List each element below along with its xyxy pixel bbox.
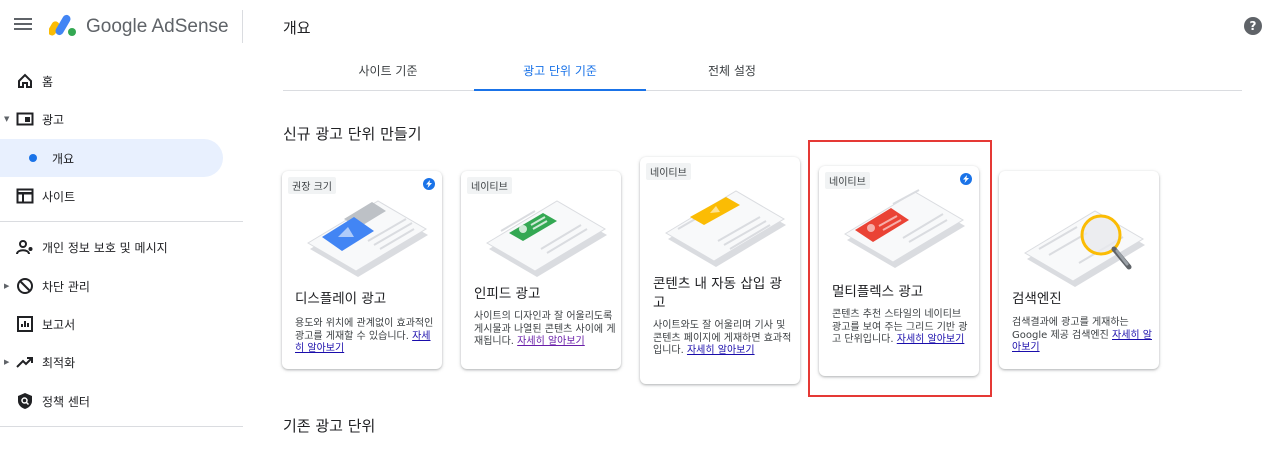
caret-right-icon[interactable]: ▶ [4, 282, 9, 290]
sidebar-item-reports[interactable]: 보고서 [0, 305, 240, 343]
privacy-icon [16, 240, 33, 255]
active-dot-icon [29, 154, 37, 162]
sidebar-item-overview[interactable]: 개요 [0, 139, 223, 177]
sidebar-item-label: 최적화 [42, 355, 76, 370]
sidebar-divider [0, 426, 243, 427]
card-title: 디스플레이 광고 [295, 291, 387, 307]
in-article-ad-illustration [665, 190, 786, 267]
tab-by-ad-unit[interactable]: 광고 단위 기준 [474, 52, 646, 91]
sidebar-item-label: 사이트 [42, 189, 76, 204]
ads-icon [16, 112, 34, 126]
page-title: 개요 [283, 19, 311, 37]
card-multiplex-ad[interactable]: 네이티브 멀티플렉스 광고 콘텐츠 추천 스타일의 네이티브 광고를 보여 주는… [819, 166, 979, 376]
sidebar-item-label: 개요 [52, 151, 75, 166]
card-description: 콘텐츠 추천 스타일의 네이티브 광고를 보여 주는 그리드 기반 광고 단위입… [832, 309, 968, 347]
sidebar-item-home[interactable]: 홈 [0, 62, 240, 100]
learn-more-link[interactable]: 자세히 알아보기 [687, 345, 755, 356]
tab-bar: 사이트 기준 광고 단위 기준 전체 설정 [283, 52, 1242, 91]
sidebar-item-optimize[interactable]: ▶ 최적화 [0, 343, 240, 381]
card-description: 검색결과에 광고를 게재하는 Google 제공 검색엔진 자세히 알아보기 [1012, 317, 1154, 355]
card-title: 인피드 광고 [474, 286, 541, 302]
sidebar-item-label: 차단 관리 [42, 279, 90, 294]
card-description: 사이트와도 잘 어울리며 기사 및 콘텐츠 페이지에 게재하면 효과적입니다. … [653, 320, 795, 358]
card-title: 검색엔진 [1012, 291, 1062, 307]
tab-global-settings[interactable]: 전체 설정 [646, 52, 818, 91]
search-engine-illustration [1024, 210, 1145, 287]
header-divider [242, 10, 243, 43]
trending-up-icon [16, 357, 33, 368]
card-display-ad[interactable]: 권장 크기 디스플레이 광고 용도와 위치에 관계없이 효과적인 광고를 게재할… [282, 171, 442, 369]
hamburger-menu-icon[interactable] [13, 15, 33, 35]
card-title: 콘텐츠 내 자동 삽입 광고 [653, 276, 782, 311]
sidebar-item-label: 정책 센터 [42, 394, 90, 409]
card-in-article-ad[interactable]: 네이티브 콘텐츠 내 자동 삽입 광고 사이트와도 잘 어울리며 기사 및 콘텐… [640, 157, 800, 384]
tab-by-site[interactable]: 사이트 기준 [302, 52, 474, 91]
caret-down-icon[interactable]: ▼ [4, 115, 9, 123]
adsense-logo [49, 14, 76, 36]
card-description: 용도와 위치에 관계없이 효과적인 광고를 게재할 수 있습니다. 자세히 알아… [295, 318, 437, 356]
section-title-existing-units: 기존 광고 단위 [283, 417, 376, 435]
bolt-icon [423, 178, 435, 190]
display-ad-illustration [307, 200, 428, 277]
caret-right-icon[interactable]: ▶ [4, 358, 9, 366]
in-feed-ad-illustration [486, 200, 607, 277]
learn-more-link[interactable]: 자세히 알아보기 [517, 336, 585, 347]
sidebar-item-label: 홈 [42, 74, 54, 89]
block-icon [17, 278, 33, 294]
sidebar-item-ads[interactable]: ▼ 광고 [0, 100, 240, 138]
card-badge: 네이티브 [825, 172, 870, 189]
sidebar-item-label: 보고서 [42, 317, 76, 332]
card-description: 사이트의 디자인과 잘 어울리도록 게시물과 나열된 콘텐츠 사이에 게재됩니다… [474, 311, 616, 349]
home-icon [18, 73, 32, 88]
brand-name: Google AdSense [86, 16, 229, 37]
card-title: 멀티플렉스 광고 [832, 284, 924, 300]
top-app-bar: Google AdSense 개요 ? [0, 0, 1262, 52]
sidebar-item-privacy[interactable]: 개인 정보 보호 및 메시지 [0, 228, 240, 266]
sidebar: 홈 ▼ 광고 개요 사이트 개인 정보 보호 및 메시지 ▶ 차단 관리 보고서… [0, 62, 243, 449]
sidebar-divider [0, 221, 243, 222]
sidebar-item-label: 광고 [42, 112, 65, 127]
sidebar-item-policy[interactable]: 정책 센터 [0, 382, 240, 420]
section-title-new-units: 신규 광고 단위 만들기 [283, 125, 422, 143]
card-search-engine[interactable]: 검색엔진 검색결과에 광고를 게재하는 Google 제공 검색엔진 자세히 알… [999, 171, 1159, 369]
sidebar-item-blocking[interactable]: ▶ 차단 관리 [0, 267, 240, 305]
sidebar-item-label: 개인 정보 보호 및 메시지 [42, 240, 168, 255]
reports-icon [17, 316, 33, 332]
card-in-feed-ad[interactable]: 네이티브 인피드 광고 사이트의 디자인과 잘 어울리도록 게시물과 나열된 콘… [461, 171, 621, 369]
multiplex-ad-illustration [844, 189, 965, 268]
sites-icon [16, 188, 34, 204]
help-icon[interactable]: ? [1244, 17, 1262, 35]
policy-shield-icon [18, 393, 32, 409]
card-badge: 권장 크기 [288, 177, 336, 194]
sidebar-item-sites[interactable]: 사이트 [0, 177, 240, 215]
card-badge: 네이티브 [646, 163, 691, 180]
bolt-icon [960, 173, 972, 185]
learn-more-link[interactable]: 자세히 알아보기 [897, 334, 965, 345]
card-badge: 네이티브 [467, 177, 512, 194]
